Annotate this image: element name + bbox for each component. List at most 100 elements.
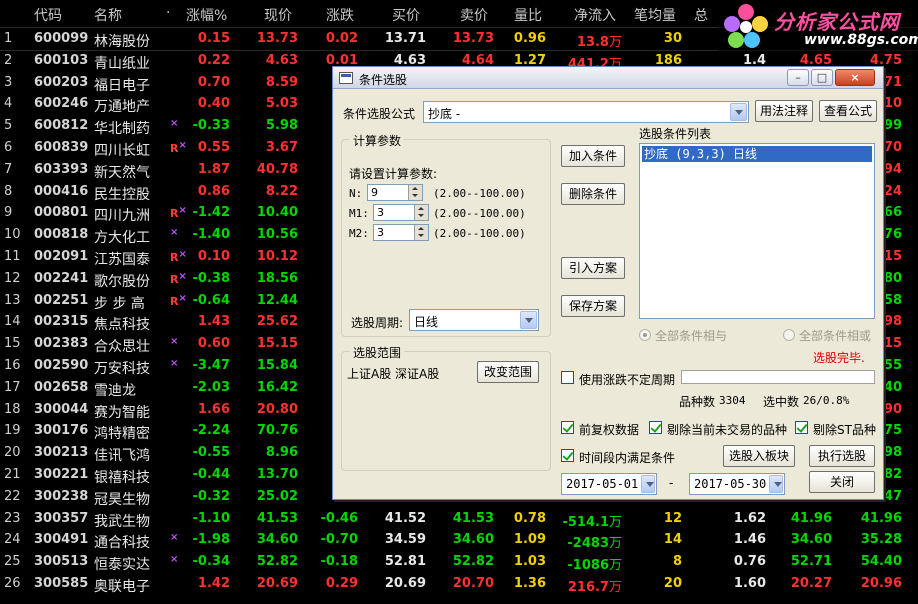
- flag-icon: R×: [170, 271, 187, 286]
- dialog-title: 条件选股: [359, 73, 408, 87]
- condition-list-label: 选股条件列表: [639, 127, 712, 141]
- cell-idx: 9: [4, 205, 13, 221]
- date-from-picker[interactable]: 2017-05-01: [561, 473, 657, 495]
- col-ask[interactable]: 卖价: [460, 5, 488, 25]
- cell-diff: -0.18: [320, 554, 358, 570]
- radio-or[interactable]: [783, 329, 795, 341]
- cell-tail: 99: [883, 118, 902, 134]
- import-scheme-button[interactable]: 引入方案: [561, 257, 625, 279]
- period-select[interactable]: 日线: [409, 309, 539, 331]
- flag-icon: R×: [170, 205, 187, 220]
- col-net-inflow[interactable]: 净流入: [574, 5, 616, 25]
- formula-value: 抄底 -: [428, 107, 461, 121]
- selection-progress-bar: [681, 370, 875, 384]
- table-row[interactable]: 23 300357 我武生物 -1.10 41.53 -0.46 41.52 41.53 0.7…: [0, 508, 918, 530]
- chevron-down-icon[interactable]: [769, 475, 783, 493]
- cell-price: 20.69: [256, 576, 298, 591]
- table-row[interactable]: 26 300585 奥联电子 1.42 20.69 0.29 20.69 20.70 1.36 2…: [0, 573, 918, 595]
- cell-idx: 18: [4, 401, 21, 417]
- to-board-button[interactable]: 选股入板块: [723, 445, 795, 467]
- dialog-titlebar[interactable]: 条件选股 – □ ×: [333, 67, 883, 89]
- radio-and[interactable]: [639, 329, 651, 341]
- usage-notes-button[interactable]: 用法注释: [755, 100, 813, 122]
- cell-price: 13.73: [256, 31, 298, 46]
- col-avg-vol[interactable]: 笔均量: [634, 5, 676, 25]
- condition-list-item[interactable]: 抄底 (9,3,3) 日线: [642, 146, 872, 162]
- cell-chg: -1.40: [192, 227, 230, 243]
- cell-diff: -0.46: [320, 510, 358, 526]
- condition-list[interactable]: 抄底 (9,3,3) 日线: [639, 143, 875, 319]
- param-m1-spinner[interactable]: 3: [373, 204, 429, 221]
- spin-arrows-icon[interactable]: [408, 185, 422, 200]
- formula-label: 条件选股公式: [343, 107, 416, 121]
- cell-price: 18.56: [256, 270, 298, 286]
- param-n-range: (2.00--100.00): [433, 187, 526, 200]
- col-name[interactable]: 名称: [94, 5, 122, 25]
- minimize-button[interactable]: –: [787, 69, 809, 86]
- cell-code: 600103: [34, 52, 89, 68]
- cell-name: 歌尔股份: [94, 273, 150, 290]
- cell-flow: -2483万: [560, 532, 622, 551]
- col-bid[interactable]: 买价: [392, 5, 420, 25]
- col-diff[interactable]: 涨跌: [326, 5, 354, 25]
- cell-h: 34.60: [790, 532, 832, 548]
- col-volume-ratio[interactable]: 量比: [514, 5, 542, 25]
- param-n-spinner[interactable]: 9: [367, 184, 423, 201]
- cell-code: 002590: [34, 358, 89, 373]
- cell-name: 新天然气: [94, 164, 150, 181]
- cell-price: 8.96: [265, 445, 298, 461]
- chevron-down-icon[interactable]: [641, 475, 655, 493]
- cell-name: 青山纸业: [94, 55, 150, 72]
- cell-idx: 7: [4, 161, 13, 177]
- cell-code: 300585: [34, 576, 89, 591]
- exclude-st-checkbox[interactable]: [795, 421, 808, 434]
- date-to-value: 2017-05-30: [694, 477, 767, 491]
- period-satisfy-checkbox[interactable]: [561, 449, 574, 462]
- cell-name: 合众思壮: [94, 339, 150, 356]
- change-range-button[interactable]: 改变范围: [477, 361, 539, 383]
- col-price[interactable]: 现价: [264, 5, 292, 25]
- chevron-down-icon[interactable]: [520, 311, 537, 329]
- date-to-picker[interactable]: 2017-05-30: [689, 473, 785, 495]
- cell-flow-value: -514.1: [562, 514, 609, 530]
- cell-code: 300213: [34, 445, 89, 461]
- col-code[interactable]: 代码: [34, 5, 62, 25]
- exclude-notrade-checkbox[interactable]: [649, 421, 662, 434]
- run-selection-button[interactable]: 执行选股: [809, 445, 875, 467]
- close-icon[interactable]: ×: [835, 69, 875, 86]
- save-scheme-button[interactable]: 保存方案: [561, 295, 625, 317]
- param-m2-spinner[interactable]: 3: [373, 224, 429, 241]
- cell-code: 002091: [34, 249, 89, 264]
- table-row[interactable]: 24 300491 通合科技 -1.98 34.60 -0.70 34.59 34.60 1.0…: [0, 529, 918, 551]
- cell-code: 002383: [34, 336, 89, 352]
- date-separator: -: [669, 476, 674, 490]
- cell-avg: 20: [663, 576, 682, 591]
- cell-price: 13.70: [256, 467, 298, 482]
- forward-adjust-checkbox[interactable]: [561, 421, 574, 434]
- col-total[interactable]: 总: [694, 5, 708, 25]
- view-formula-button[interactable]: 查看公式: [819, 100, 877, 122]
- uncertain-period-label: 使用涨跌不定周期: [579, 373, 676, 387]
- add-condition-button[interactable]: 加入条件: [561, 145, 625, 167]
- maximize-button[interactable]: □: [811, 69, 833, 86]
- cell-name: 通合科技: [94, 535, 150, 552]
- cell-price: 15.15: [256, 336, 298, 352]
- spin-arrows-icon[interactable]: [414, 205, 428, 220]
- condition-selection-dialog: 条件选股 – □ × 条件选股公式 抄底 - 用法注释 查看公式 计算参数 请设…: [332, 66, 884, 500]
- chevron-down-icon[interactable]: [730, 103, 747, 121]
- cell-diff: 0.29: [325, 576, 358, 591]
- uncertain-period-checkbox[interactable]: [561, 371, 574, 384]
- formula-select[interactable]: 抄底 -: [423, 101, 749, 123]
- cell-ask: 41.53: [452, 510, 494, 526]
- close-button[interactable]: 关闭: [809, 471, 875, 493]
- spin-arrows-icon[interactable]: [414, 225, 428, 240]
- cell-chg: -1.42: [192, 205, 230, 221]
- cell-tail: 70: [883, 140, 902, 155]
- cell-price: 5.98: [265, 118, 298, 134]
- flag-icon: ×: [170, 118, 178, 133]
- delete-condition-button[interactable]: 删除条件: [561, 183, 625, 205]
- cell-name: 江苏国泰: [94, 252, 150, 268]
- table-row[interactable]: 25 300513 恒泰实达 -0.34 52.82 -0.18 52.81 52.82 1.0…: [0, 551, 918, 573]
- col-change-pct[interactable]: 涨幅%: [186, 5, 227, 25]
- forward-adjust-label: 前复权数据: [579, 423, 640, 437]
